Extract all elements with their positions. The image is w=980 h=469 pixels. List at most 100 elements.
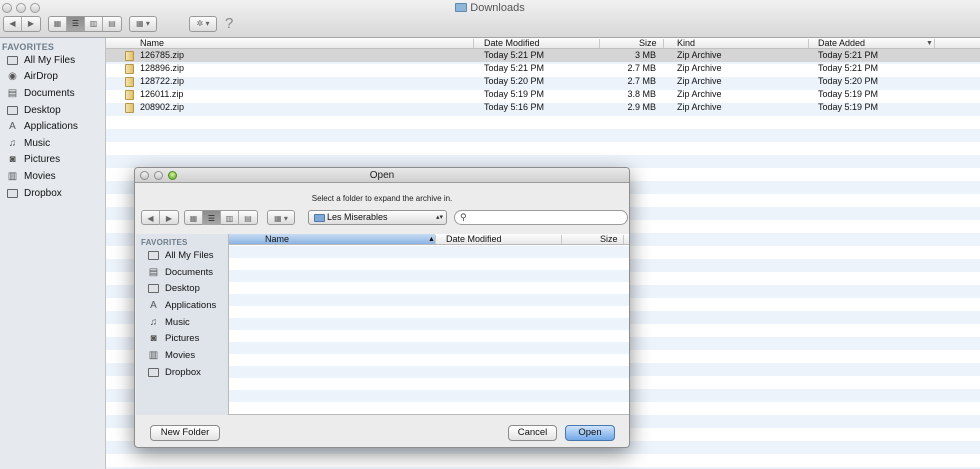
sidebar-item-pictures[interactable]: ◙ Pictures xyxy=(136,330,228,347)
file-kind: Zip Archive xyxy=(677,76,722,86)
column-view-button[interactable]: ▥ xyxy=(85,16,103,31)
column-header-name[interactable]: Name xyxy=(140,38,164,49)
dialog-arrange-popup-button[interactable]: ▦ ▾ xyxy=(267,210,295,225)
dialog-icon-view-button[interactable]: ▦ xyxy=(185,211,203,225)
dialog-close-button[interactable] xyxy=(140,171,149,180)
table-row[interactable]: 128722.zip Today 5:20 PM 2.7 MB Zip Arch… xyxy=(106,75,980,88)
sidebar-item-label: All My Files xyxy=(24,54,76,66)
window-title: Downloads xyxy=(0,2,980,14)
all-files-icon xyxy=(6,55,19,66)
sidebar-item-label: Pictures xyxy=(165,333,200,345)
cancel-button[interactable]: Cancel xyxy=(508,425,557,441)
folder-icon xyxy=(314,214,325,222)
dropbox-folder-icon xyxy=(147,367,160,378)
sidebar-item-label: Music xyxy=(165,316,190,328)
table-row[interactable]: 126011.zip Today 5:19 PM 3.8 MB Zip Arch… xyxy=(106,88,980,101)
table-row[interactable]: 128896.zip Today 5:21 PM 2.7 MB Zip Arch… xyxy=(106,62,980,75)
column-header-date-modified[interactable]: Date Modified xyxy=(446,234,502,245)
dialog-toolbar: ◀ ▶ ▦ ☰ ▥ ▤ ▦ ▾ Les Miserables ▴▾ ⚲ xyxy=(141,210,628,227)
applications-icon: A xyxy=(150,299,157,311)
zip-archive-icon xyxy=(125,103,134,113)
dialog-forward-button[interactable]: ▶ xyxy=(160,211,178,225)
dropbox-folder-icon xyxy=(6,188,19,199)
sidebar-item-airdrop[interactable]: ◉ AirDrop xyxy=(0,69,105,86)
back-button[interactable]: ◀ xyxy=(4,16,22,31)
sidebar-item-dropbox[interactable]: Dropbox xyxy=(136,364,228,381)
file-size: 2.7 MB xyxy=(627,63,656,73)
applications-icon: A xyxy=(9,121,16,133)
sidebar-item-dropbox[interactable]: Dropbox xyxy=(0,185,105,202)
zip-archive-icon xyxy=(125,64,134,74)
dialog-title: Open xyxy=(369,170,395,181)
sidebar-item-applications[interactable]: A Applications xyxy=(136,297,228,314)
finder-toolbar: ◀ ▶ ▦ ☰ ▥ ▤ ▦ ▾ ✲ ▾ ? xyxy=(3,15,233,32)
icon-view-button[interactable]: ▦ xyxy=(49,16,67,31)
movies-icon: ▥ xyxy=(148,349,159,361)
sidebar-item-pictures[interactable]: ◙ Pictures xyxy=(0,152,105,169)
file-date-added: Today 5:20 PM xyxy=(818,76,879,86)
documents-icon: ▤ xyxy=(148,266,159,278)
forward-button[interactable]: ▶ xyxy=(22,17,40,31)
list-view-button[interactable]: ☰ xyxy=(67,16,85,31)
file-date-modified: Today 5:16 PM xyxy=(484,102,545,112)
open-dialog: Open Select a folder to expand the archi… xyxy=(134,167,630,448)
open-button[interactable]: Open xyxy=(565,425,615,441)
dialog-minimize-button[interactable] xyxy=(154,171,163,180)
movies-icon: ▥ xyxy=(7,170,18,182)
file-date-added: Today 5:19 PM xyxy=(818,89,879,99)
window-title-text: Downloads xyxy=(470,2,525,14)
file-date-added: Today 5:21 PM xyxy=(818,50,879,60)
sidebar-item-label: Applications xyxy=(165,299,217,311)
coverflow-view-button[interactable]: ▤ xyxy=(103,17,121,31)
back-forward-buttons: ◀ ▶ xyxy=(3,15,41,32)
dialog-column-view-button[interactable]: ▥ xyxy=(221,211,239,225)
sidebar-item-all-my-files[interactable]: All My Files xyxy=(0,52,105,69)
dialog-zoom-button[interactable] xyxy=(168,171,177,180)
file-kind: Zip Archive xyxy=(677,102,722,112)
zip-archive-icon xyxy=(125,90,134,100)
sidebar-item-label: AirDrop xyxy=(24,71,58,83)
table-row[interactable]: 208902.zip Today 5:16 PM 2.9 MB Zip Arch… xyxy=(106,101,980,114)
action-popup-button[interactable]: ✲ ▾ xyxy=(189,15,217,32)
sidebar-item-music[interactable]: ♫ Music xyxy=(0,135,105,152)
dialog-coverflow-view-button[interactable]: ▤ xyxy=(239,211,257,225)
column-header-kind[interactable]: Kind xyxy=(677,38,695,49)
dialog-back-button[interactable]: ◀ xyxy=(142,211,160,225)
finder-titlebar: Downloads ◀ ▶ ▦ ☰ ▥ ▤ ▦ ▾ ✲ ▾ ? xyxy=(0,0,980,38)
column-header-size[interactable]: Size xyxy=(639,38,657,49)
arrange-popup-button[interactable]: ▦ ▾ xyxy=(129,15,157,32)
column-header-date-modified[interactable]: Date Modified xyxy=(484,38,540,49)
file-kind: Zip Archive xyxy=(677,63,722,73)
search-field[interactable]: ⚲ xyxy=(454,210,628,225)
sidebar-item-music[interactable]: ♫ Music xyxy=(136,314,228,331)
location-popup[interactable]: Les Miserables ▴▾ xyxy=(308,210,447,225)
dialog-list-view-button[interactable]: ☰ xyxy=(203,211,221,225)
name-column-highlight xyxy=(229,234,435,244)
file-date-added: Today 5:21 PM xyxy=(818,63,879,73)
sidebar-item-documents[interactable]: ▤ Documents xyxy=(0,85,105,102)
sidebar-item-movies[interactable]: ▥ Movies xyxy=(0,168,105,185)
column-header-date-added[interactable]: Date Added xyxy=(818,38,865,49)
help-button[interactable]: ? xyxy=(225,15,233,32)
arrange-icon: ▦ ▾ xyxy=(136,19,150,28)
documents-icon: ▤ xyxy=(7,87,18,99)
sort-descending-icon: ▼ xyxy=(926,40,933,47)
new-folder-button[interactable]: New Folder xyxy=(150,425,220,441)
arrange-icon: ▦ ▾ xyxy=(274,213,288,223)
column-header-name[interactable]: Name xyxy=(265,234,289,245)
sidebar-item-label: Movies xyxy=(165,349,196,361)
sidebar-item-movies[interactable]: ▥ Movies xyxy=(136,347,228,364)
gear-glyph: ✲ xyxy=(196,19,204,28)
file-date-modified: Today 5:19 PM xyxy=(484,89,545,99)
sidebar-item-applications[interactable]: A Applications xyxy=(0,118,105,135)
table-row[interactable]: 126785.zip Today 5:21 PM 3 MB Zip Archiv… xyxy=(106,49,980,62)
folder-icon xyxy=(455,3,468,12)
sidebar-item-documents[interactable]: ▤ Documents xyxy=(136,264,228,281)
sidebar-item-desktop[interactable]: Desktop xyxy=(136,280,228,297)
file-list-header: Name Date Modified Size Kind Date Added … xyxy=(106,38,980,49)
file-name: 126785.zip xyxy=(140,50,185,60)
column-header-size[interactable]: Size xyxy=(600,234,618,245)
file-name: 128896.zip xyxy=(140,63,185,73)
sidebar-item-desktop[interactable]: Desktop xyxy=(0,102,105,119)
sidebar-item-all-my-files[interactable]: All My Files xyxy=(136,247,228,264)
